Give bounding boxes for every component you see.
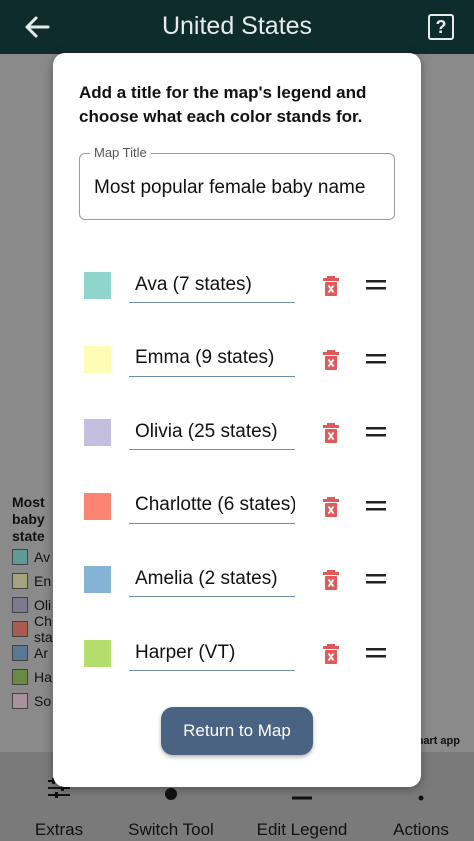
delete-icon[interactable]: [321, 275, 341, 297]
legend-dialog: Add a title for the map's legend and cho…: [53, 53, 421, 787]
map-title-input[interactable]: [94, 174, 386, 202]
color-swatch[interactable]: [84, 272, 111, 299]
chart-app-credit: hart app: [416, 735, 460, 747]
top-app-bar: United States ?: [0, 0, 474, 54]
map-title-field: Map Title: [79, 145, 395, 220]
delete-icon[interactable]: [321, 643, 341, 665]
drag-handle-icon[interactable]: [365, 571, 387, 587]
delete-icon[interactable]: [321, 496, 341, 518]
drag-handle-icon[interactable]: [365, 645, 387, 661]
drag-handle-icon[interactable]: [365, 424, 387, 440]
map-legend-label: Ha: [34, 669, 52, 685]
legend-entry: [53, 412, 421, 452]
legend-label-input[interactable]: [129, 414, 295, 451]
delete-icon[interactable]: [321, 349, 341, 371]
map-legend-swatch: [12, 645, 28, 661]
map-legend-swatch: [12, 693, 28, 709]
legend-label-input[interactable]: [129, 635, 295, 671]
switch-tool-label: Switch Tool: [128, 820, 214, 839]
legend-label-input[interactable]: [129, 487, 295, 524]
legend-label-input[interactable]: [129, 561, 295, 598]
legend-entry: [53, 559, 421, 599]
drag-handle-icon[interactable]: [365, 277, 387, 293]
legend-label-input[interactable]: [129, 340, 295, 377]
extras-label: Extras: [34, 820, 84, 839]
color-swatch[interactable]: [84, 419, 111, 447]
delete-icon[interactable]: [321, 569, 341, 591]
legend-entry: [53, 339, 421, 379]
map-legend-swatch: [12, 597, 28, 613]
actions-label: Actions: [393, 820, 449, 839]
map-legend-swatch: [12, 669, 28, 685]
legend-entry: [53, 633, 421, 673]
color-swatch[interactable]: [84, 345, 111, 373]
color-swatch[interactable]: [84, 492, 111, 520]
map-legend-label: Ar: [34, 645, 48, 661]
color-swatch[interactable]: [84, 640, 111, 667]
map-legend-label: Av: [34, 549, 51, 565]
delete-icon[interactable]: [321, 422, 341, 444]
color-swatch[interactable]: [84, 566, 111, 594]
return-to-map-button[interactable]: Return to Map: [161, 707, 313, 755]
map-legend-label: Oli: [34, 597, 52, 613]
map-legend-swatch: [12, 621, 28, 637]
drag-handle-icon[interactable]: [365, 351, 387, 367]
page-title: United States: [161, 12, 313, 40]
dialog-heading: Add a title for the map's legend and cho…: [79, 83, 367, 126]
map-legend-swatch: [12, 573, 28, 589]
map-legend-label: So: [34, 693, 52, 709]
legend-entry: [53, 486, 421, 526]
help-icon[interactable]: ?: [428, 14, 454, 40]
edit-legend-label: Edit Legend: [256, 820, 348, 839]
map-legend-swatch: [12, 549, 28, 565]
drag-handle-icon[interactable]: [365, 498, 387, 514]
map-legend-label: En: [34, 573, 52, 589]
legend-label-input[interactable]: [129, 267, 295, 303]
legend-entry: [53, 265, 421, 305]
map-title-label: Map Title: [90, 145, 151, 160]
